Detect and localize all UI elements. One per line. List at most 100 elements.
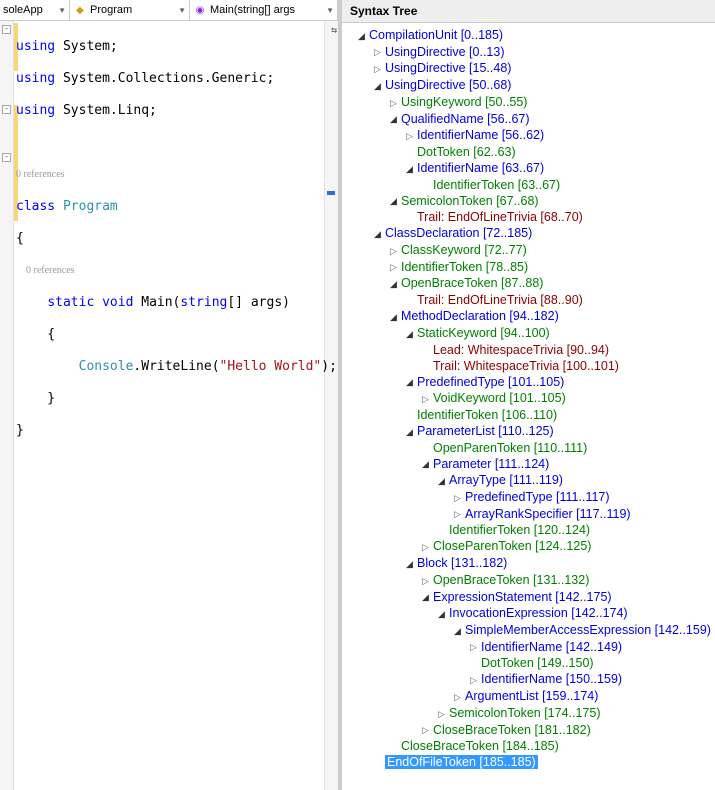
tree-node[interactable]: ▷CloseParenToken [124..125) — [344, 538, 713, 555]
tree-node[interactable]: ◢IdentifierName [63..67) — [344, 160, 713, 177]
tree-node[interactable]: DotToken [149..150) — [344, 655, 713, 671]
tree-node[interactable]: ▷ArrayRankSpecifier [117..119) — [344, 506, 713, 523]
tree-node-label: DotToken [149..150) — [481, 656, 594, 670]
codelens[interactable]: 0 references — [16, 263, 337, 279]
tree-node[interactable]: ◢ClassDeclaration [72..185) — [344, 225, 713, 242]
tree-node-label: StaticKeyword [94..100) — [417, 326, 550, 340]
code-editor[interactable]: - - - ⇆ using System; using System.Colle… — [0, 21, 338, 790]
tree-node-label: IdentifierName [63..67) — [417, 161, 544, 175]
expand-icon[interactable]: ▷ — [420, 573, 431, 589]
expand-icon[interactable]: ▷ — [452, 490, 463, 506]
tree-node[interactable]: ▷UsingKeyword [50..55) — [344, 94, 713, 111]
tree-node[interactable]: ▷PredefinedType [111..117) — [344, 489, 713, 506]
tree-node[interactable]: ▷ArgumentList [159..174) — [344, 688, 713, 705]
fold-toggle[interactable]: - — [2, 105, 11, 114]
tree-node[interactable]: ▷SemicolonToken [174..175) — [344, 705, 713, 722]
scope-dropdown[interactable]: soleApp ▼ — [0, 0, 70, 20]
tree-node[interactable]: ◢MethodDeclaration [94..182) — [344, 308, 713, 325]
tree-node[interactable]: ▷IdentifierName [56..62) — [344, 127, 713, 144]
collapse-icon[interactable]: ◢ — [404, 161, 415, 177]
expand-icon[interactable]: ▷ — [372, 61, 383, 77]
tree-node[interactable]: ◢Parameter [111..124) — [344, 456, 713, 473]
tree-node[interactable]: DotToken [62..63) — [344, 144, 713, 160]
tree-node[interactable]: ▷VoidKeyword [101..105) — [344, 390, 713, 407]
tree-node[interactable]: ◢CompilationUnit [0..185) — [344, 27, 713, 44]
collapse-icon[interactable]: ◢ — [388, 193, 399, 209]
tree-node[interactable]: ◢QualifiedName [56..67) — [344, 111, 713, 128]
expand-icon[interactable]: ▷ — [388, 259, 399, 275]
collapse-icon[interactable]: ◢ — [404, 374, 415, 390]
tree-node[interactable]: ▷CloseBraceToken [181..182) — [344, 722, 713, 739]
tree-node[interactable]: OpenParenToken [110..111) — [344, 440, 713, 456]
tree-node[interactable]: ▷IdentifierToken [78..85) — [344, 259, 713, 276]
expand-icon[interactable]: ▷ — [468, 672, 479, 688]
tree-node[interactable]: ◢OpenBraceToken [87..88) — [344, 275, 713, 292]
tree-node[interactable]: ▷IdentifierName [150..159) — [344, 671, 713, 688]
expand-icon[interactable]: ▷ — [452, 506, 463, 522]
expand-icon[interactable]: ▷ — [388, 95, 399, 111]
tree-node[interactable]: Lead: WhitespaceTrivia [90..94) — [344, 342, 713, 358]
expand-icon[interactable]: ▷ — [388, 243, 399, 259]
collapse-icon[interactable]: ◢ — [404, 556, 415, 572]
expand-icon[interactable]: ▷ — [404, 128, 415, 144]
collapse-icon[interactable]: ◢ — [356, 28, 367, 44]
expand-icon[interactable]: ▷ — [420, 539, 431, 555]
expand-icon[interactable]: ▷ — [372, 44, 383, 60]
tree-node[interactable]: ◢UsingDirective [50..68) — [344, 77, 713, 94]
tree-node-label: IdentifierToken [106..110) — [417, 408, 557, 422]
tree-node[interactable]: ◢SimpleMemberAccessExpression [142..159) — [344, 622, 713, 639]
tree-node[interactable]: ◢SemicolonToken [67..68) — [344, 193, 713, 210]
tree-node[interactable]: ◢PredefinedType [101..105) — [344, 374, 713, 391]
tree-node[interactable]: Trail: EndOfLineTrivia [68..70) — [344, 209, 713, 225]
collapse-icon[interactable]: ◢ — [452, 623, 463, 639]
tree-node[interactable]: ▷UsingDirective [0..13) — [344, 44, 713, 61]
tree-node[interactable]: ▷IdentifierName [142..149) — [344, 639, 713, 656]
expand-icon[interactable]: ▷ — [436, 706, 447, 722]
tree-node[interactable]: ▷ClassKeyword [72..77) — [344, 242, 713, 259]
expand-icon[interactable]: ▷ — [420, 391, 431, 407]
fold-toggle[interactable]: - — [2, 25, 11, 34]
collapse-icon[interactable]: ◢ — [372, 226, 383, 242]
type-dropdown[interactable]: ◆ Program ▼ — [70, 0, 190, 20]
tree-node[interactable]: ◢Block [131..182) — [344, 555, 713, 572]
tree-node-label: ClassKeyword [72..77) — [401, 243, 527, 257]
tree-node-label: Parameter [111..124) — [433, 457, 549, 471]
chevron-down-icon: ▼ — [324, 6, 334, 15]
collapse-icon[interactable]: ◢ — [372, 78, 383, 94]
collapse-icon[interactable]: ◢ — [436, 473, 447, 489]
expand-icon[interactable]: ▷ — [452, 689, 463, 705]
tree-node[interactable]: ◢ExpressionStatement [142..175) — [344, 589, 713, 606]
tree-node[interactable]: IdentifierToken [120..124) — [344, 522, 713, 538]
tree-node-label: ClassDeclaration [72..185) — [385, 226, 532, 240]
tree-node[interactable]: ◢ArrayType [111..119) — [344, 472, 713, 489]
tree-node-label: Block [131..182) — [417, 556, 507, 570]
collapse-icon[interactable]: ◢ — [436, 606, 447, 622]
collapse-icon[interactable]: ◢ — [404, 326, 415, 342]
collapse-icon[interactable]: ◢ — [404, 424, 415, 440]
tree-node[interactable]: ◢StaticKeyword [94..100) — [344, 325, 713, 342]
tree-node-label: MethodDeclaration [94..182) — [401, 309, 559, 323]
codelens[interactable]: 0 references — [16, 167, 337, 183]
tree-node-label: SemicolonToken [67..68) — [401, 194, 539, 208]
expand-icon[interactable]: ▷ — [420, 722, 431, 738]
expand-icon[interactable]: ▷ — [468, 639, 479, 655]
collapse-icon[interactable]: ◢ — [388, 111, 399, 127]
tree-node-label: CloseBraceToken [184..185) — [401, 739, 559, 753]
tree-node[interactable]: EndOfFileToken [185..185) — [344, 754, 713, 770]
tree-node[interactable]: ▷UsingDirective [15..48) — [344, 60, 713, 77]
tree-node[interactable]: ◢ParameterList [110..125) — [344, 423, 713, 440]
tree-node[interactable]: Trail: EndOfLineTrivia [88..90) — [344, 292, 713, 308]
tree-node[interactable]: IdentifierToken [63..67) — [344, 177, 713, 193]
tree-node[interactable]: ▷OpenBraceToken [131..132) — [344, 572, 713, 589]
tree-node[interactable]: ◢InvocationExpression [142..174) — [344, 605, 713, 622]
collapse-icon[interactable]: ◢ — [388, 309, 399, 325]
member-dropdown[interactable]: ◉ Main(string[] args ▼ — [190, 0, 338, 20]
tree-node[interactable]: IdentifierToken [106..110) — [344, 407, 713, 423]
syntax-tree[interactable]: ◢CompilationUnit [0..185)▷UsingDirective… — [342, 23, 715, 790]
collapse-icon[interactable]: ◢ — [420, 456, 431, 472]
collapse-icon[interactable]: ◢ — [420, 589, 431, 605]
collapse-icon[interactable]: ◢ — [388, 276, 399, 292]
tree-node[interactable]: CloseBraceToken [184..185) — [344, 738, 713, 754]
tree-node[interactable]: Trail: WhitespaceTrivia [100..101) — [344, 358, 713, 374]
fold-toggle[interactable]: - — [2, 153, 11, 162]
